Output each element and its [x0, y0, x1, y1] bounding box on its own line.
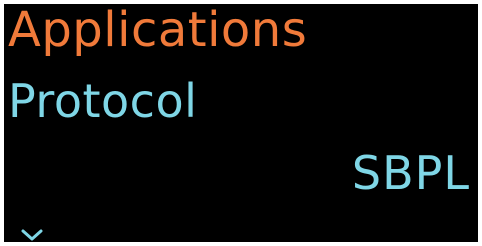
menu-title: Applications [8, 4, 308, 58]
setting-value[interactable]: SBPL [352, 146, 470, 200]
display-screen: Applications Protocol SBPL [4, 4, 478, 242]
setting-label: Protocol [8, 74, 198, 128]
scroll-down-button[interactable] [20, 228, 44, 242]
chevron-down-icon [20, 228, 44, 242]
